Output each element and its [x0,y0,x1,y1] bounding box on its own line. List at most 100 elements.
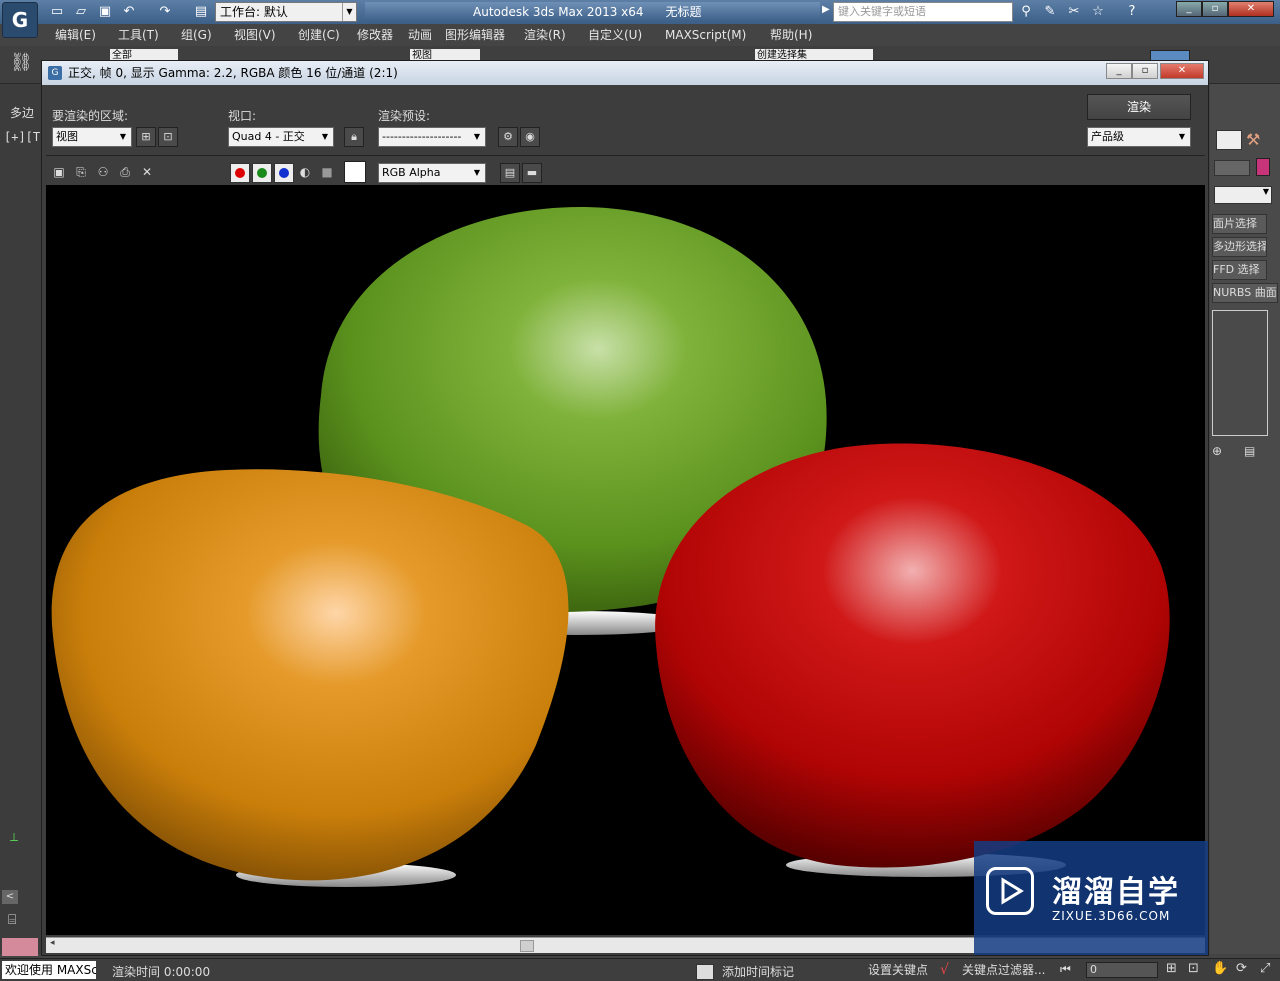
menu-bar [40,24,1280,46]
render-preset-value: -------------------- [382,130,462,143]
project-folder-icon[interactable]: ▤ [192,3,210,21]
configure-modifier-sets-icon[interactable]: ▤ [1244,444,1255,458]
object-color-swatch[interactable] [1256,158,1270,176]
render-window-app-icon: G [48,66,62,80]
maxscript-listener-pink[interactable] [2,938,38,956]
blue-channel-toggle[interactable] [274,163,294,183]
lock-viewport-icon[interactable]: 🔒︎ [344,127,364,147]
rendered-image [46,185,1205,935]
utilities-hammer-icon[interactable]: ⚒ [1246,130,1260,149]
go-to-start-icon[interactable]: ⏮ [1060,962,1071,977]
alpha-channel-icon[interactable]: ◐ [296,163,314,181]
scroll-left-arrow-icon[interactable]: ◂ [50,938,55,948]
new-file-icon[interactable]: ▭ [48,3,66,21]
render-window-minimize-button[interactable]: _ [1106,63,1132,79]
chevron-down-icon: ▼ [473,132,481,141]
binoculars-icon[interactable]: ⚲ [1016,3,1036,21]
toggle-ui-overlay-icon[interactable]: ▤ [500,163,520,183]
maximize-viewport-icon[interactable]: ⤢ [1260,961,1270,976]
menu-help[interactable]: 帮助(H) [770,24,812,46]
current-frame-field[interactable]: 0 [1086,962,1158,978]
environment-effects-icon[interactable]: ◉ [520,127,540,147]
copy-image-icon[interactable]: ⎘ [72,163,90,181]
render-preset-label: 渲染预设: [378,109,431,123]
menu-customize[interactable]: 自定义(U) [588,24,642,46]
link-icon[interactable]: ⛓ [10,52,33,73]
render-window-maximize-button[interactable]: ▫ [1132,63,1158,79]
render-preset-dropdown[interactable]: -------------------- ▼ [378,127,486,147]
render-quality-dropdown[interactable]: 产品级 ▼ [1087,127,1191,147]
help-icon[interactable]: ? [1122,3,1142,21]
key-mode-icon[interactable]: √ [940,962,949,978]
toggle-ui-icon[interactable]: ▬ [522,163,542,183]
display-channel-value: RGB Alpha [382,166,441,179]
modifier-list-dropdown[interactable]: ▼ [1214,186,1272,204]
menu-modifiers[interactable]: 修改器 [357,24,393,46]
clone-window-icon[interactable]: ⚇ [94,163,112,181]
display-panel-icon[interactable] [1216,130,1242,150]
maximize-button[interactable]: ▫ [1202,1,1228,17]
menu-rendering[interactable]: 渲染(R) [524,24,566,46]
maxscript-mini-listener[interactable]: 欢迎使用 MAXSc [2,961,96,979]
ribbon-tab[interactable]: 多边 [10,104,34,121]
modifier-patch-select[interactable]: 面片选择 [1212,214,1267,234]
chevron-right-icon[interactable]: ▶ [822,4,830,15]
area-to-render-dropdown[interactable]: 视图 ▼ [52,127,132,147]
scroll-left-icon[interactable]: < [2,890,18,904]
menu-group[interactable]: 组(G) [181,24,212,46]
viewport-label[interactable]: [+][T [4,130,40,144]
modifier-poly-select[interactable]: 多边形选择 [1212,237,1267,257]
search-input[interactable]: 键入关键字或短语 [833,2,1013,22]
menu-graph-editors[interactable]: 图形编辑器 [445,24,505,46]
add-time-tag-button[interactable]: 添加时间标记 [722,963,794,981]
modifier-nurbs-surface-select[interactable]: NURBS 曲面选择 [1212,283,1278,303]
menu-tools[interactable]: 工具(T) [118,24,159,46]
menu-view[interactable]: 视图(V) [234,24,276,46]
play-logo-icon [986,867,1034,915]
area-to-render-label: 要渲染的区域: [52,109,129,123]
menu-create[interactable]: 创建(C) [298,24,340,46]
minimize-button[interactable]: _ [1176,1,1202,17]
edit-region-icon[interactable]: ⊞ [136,127,156,147]
time-config-icon[interactable]: ⊞ [1166,961,1177,976]
swatch-color-box[interactable] [344,161,366,183]
clear-image-icon[interactable]: ✕ [138,163,156,181]
pin-stack-icon[interactable]: ⊕ [1212,444,1222,458]
menu-edit[interactable]: 编辑(E) [55,24,96,46]
display-channel-dropdown[interactable]: RGB Alpha ▼ [378,163,486,183]
render-setup-icon[interactable]: ⚙ [498,127,518,147]
render-button[interactable]: 渲染 [1087,94,1191,120]
key-filters-button[interactable]: 关键点过滤器... [962,961,1045,979]
open-file-icon[interactable]: ▱ [72,3,90,21]
app-logo-icon[interactable]: G [2,2,38,38]
menu-animation[interactable]: 动画 [408,24,432,46]
auto-region-icon[interactable]: ⊡ [158,127,178,147]
green-channel-toggle[interactable] [252,163,272,183]
undo-icon[interactable]: ↶ [120,3,138,21]
viewport-dropdown[interactable]: Quad 4 - 正交 ▼ [228,127,334,147]
favorites-star-icon[interactable]: ☆ [1088,3,1108,21]
workspace-dropdown[interactable]: 工作台: 默认 ▼ [215,2,357,22]
save-image-icon[interactable]: ▣ [50,163,68,181]
red-channel-toggle[interactable] [230,163,250,183]
orbit-icon[interactable]: ⟳ [1236,961,1247,976]
modifier-stack-list[interactable] [1212,310,1268,436]
modifier-ffd-select[interactable]: FFD 选择 [1212,260,1267,280]
redo-icon[interactable]: ↷ [156,3,174,21]
zoom-extents-icon[interactable]: ⊡ [1188,961,1199,976]
scrollbar-thumb[interactable] [520,940,534,952]
print-image-icon[interactable]: ⎙ [116,163,134,181]
mini-listener-icon[interactable]: ⌸ [8,912,34,932]
monochrome-icon[interactable]: ■ [318,163,336,181]
menu-maxscript[interactable]: MAXScript(M) [665,24,746,46]
close-button[interactable]: ✕ [1228,1,1274,17]
set-key-button[interactable]: 设置关键点 [868,961,928,979]
save-file-icon[interactable]: ▣ [96,3,114,21]
object-name-field[interactable] [1214,160,1250,176]
watermark-subtitle: ZIXUE.3D66.COM [1052,909,1171,923]
pan-view-icon[interactable]: ✋ [1212,961,1228,976]
time-tag-icon[interactable] [696,964,714,980]
render-window-close-button[interactable]: ✕ [1160,63,1204,79]
communication-center-icon[interactable]: ✎ [1040,3,1060,21]
subscription-icon[interactable]: ✂ [1064,3,1084,21]
